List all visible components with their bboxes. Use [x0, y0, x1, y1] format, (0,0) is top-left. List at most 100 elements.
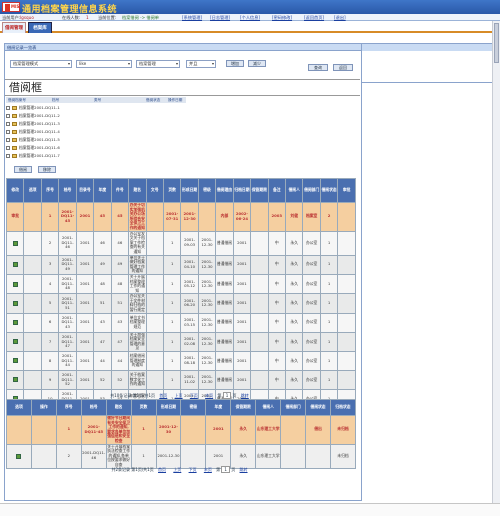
pager2-last[interactable]: 末页 — [204, 467, 212, 472]
table-cell — [337, 351, 356, 372]
tree-checkbox[interactable] — [6, 138, 10, 142]
table-cell[interactable] — [23, 202, 42, 232]
search-button[interactable]: 查询 — [308, 64, 328, 71]
link-logout[interactable]: [退出] — [334, 14, 346, 21]
tree-item[interactable]: 档案管理2001-DQ11-6 — [6, 144, 60, 152]
pager2-go[interactable]: 跳转 — [240, 467, 248, 472]
table-row[interactable]: 5 2001-DQ11-51 2001 51 51 办公室关于文件材料归档的暂行规定 1 20… — [5, 293, 356, 314]
table-cell[interactable]: 审批 — [5, 202, 25, 232]
edit-icon[interactable] — [12, 377, 18, 383]
edit-icon[interactable] — [12, 339, 18, 345]
table-cell[interactable] — [23, 273, 42, 295]
table-cell: 2001-12-30 — [155, 443, 182, 469]
reset-button[interactable]: 返回 — [333, 64, 353, 71]
tree-item[interactable]: 档案管理2001-DQ11-4 — [6, 128, 60, 136]
tree-checkbox[interactable] — [6, 106, 10, 110]
remove-button[interactable]: 移除 — [38, 166, 56, 173]
table-cell[interactable] — [30, 443, 57, 469]
edit-icon[interactable] — [12, 358, 18, 364]
link-home[interactable]: [返回首页] — [304, 14, 324, 21]
tab-archive[interactable]: 档案库 — [28, 22, 52, 33]
edit-icon[interactable] — [12, 320, 18, 326]
footer — [0, 503, 500, 516]
tree-item[interactable]: 档案管理2001-DQ11-7 — [6, 152, 60, 160]
link-log[interactable]: [日志管理] — [210, 14, 230, 21]
link-profile[interactable]: [个人信息] — [240, 14, 260, 21]
tree-checkbox[interactable] — [6, 146, 10, 150]
tree-header: 借阅档案号 档号 类号 借阅状态 操作日期 — [6, 97, 186, 103]
remove-condition-button[interactable]: 减少 — [248, 60, 266, 67]
table-cell: 永久 — [284, 370, 304, 391]
table-cell[interactable] — [6, 443, 32, 469]
pager-next[interactable]: 下页 — [190, 393, 198, 398]
table-cell: 中 — [267, 331, 287, 353]
table-row[interactable]: 4 2001-DQ11-48 2001 48 48 关于开展档案整理工作的通知 1 2001-… — [5, 273, 356, 295]
table-row[interactable]: 2 2001-DQ11-46 关于开展档案执法检查工作的通知,各单位按要求做好自查 1… — [6, 443, 357, 469]
pager-last[interactable]: 末页 — [205, 393, 213, 398]
pager-first[interactable]: 首页 — [159, 393, 167, 398]
page2-input[interactable]: 1 — [221, 466, 230, 473]
borrow-button[interactable]: 借阅 — [14, 166, 32, 173]
table-cell: 关于加强档案安全管理的意见 — [128, 331, 147, 353]
table-cell — [280, 443, 307, 469]
table-cell[interactable] — [30, 415, 57, 445]
operator-select[interactable]: like ▾ — [76, 60, 132, 68]
table-cell[interactable] — [23, 293, 42, 314]
tree-item[interactable]: 档案管理2001-DQ11-3 — [6, 120, 60, 128]
column-header: 选项 — [23, 178, 42, 203]
table-row[interactable]: 2 2001-DQ11-46 2001 46 46 办公室发文关于档案工作检查的有关通知 1… — [5, 230, 356, 256]
table-row[interactable]: 8 2001-DQ11-44 2001 44 44 档案借阅管理制度的通知 1 2001-08… — [5, 351, 356, 372]
pager2-first[interactable]: 首页 — [158, 467, 166, 472]
table-cell[interactable] — [23, 312, 42, 333]
vertical-scrollbar[interactable] — [492, 21, 500, 503]
table-cell[interactable] — [5, 293, 25, 314]
table-cell[interactable] — [5, 351, 25, 372]
tree-item[interactable]: 档案管理2001-DQ11-5 — [6, 136, 60, 144]
table-cell[interactable] — [23, 230, 42, 256]
page-input[interactable]: 1 — [222, 392, 232, 399]
table-row[interactable]: 9 2001-DQ11-52 2001 52 52 关于档案数字化工作的通知 1 2001-1… — [5, 370, 356, 391]
tab-borrow[interactable]: 借阅管理 — [2, 22, 26, 33]
user-value: lgsquo — [20, 15, 34, 20]
pager2-next[interactable]: 下页 — [189, 467, 197, 472]
tree-checkbox[interactable] — [6, 154, 10, 158]
table-cell[interactable] — [23, 331, 42, 353]
table-cell: 永久 — [284, 331, 304, 353]
table-cell[interactable] — [5, 370, 25, 391]
tree-checkbox[interactable] — [6, 114, 10, 118]
table-cell[interactable] — [6, 415, 32, 445]
value-select[interactable]: 档案管理 ▾ — [136, 60, 180, 68]
edit-icon[interactable] — [12, 240, 18, 246]
pager2-prev[interactable]: 上页 — [173, 467, 181, 472]
field-select[interactable]: 档案管理模式 ▾ — [10, 60, 72, 68]
table-cell[interactable] — [5, 273, 25, 295]
tree-checkbox[interactable] — [6, 122, 10, 126]
edit-icon[interactable] — [12, 281, 18, 287]
table-row[interactable]: 3 2001-DQ11-49 2001 49 49 单位关于做好档案管理工作的通知 1 200… — [5, 254, 356, 275]
link-password[interactable]: [密码修改] — [272, 14, 292, 21]
tree-checkbox[interactable] — [6, 130, 10, 134]
edit-icon[interactable] — [12, 300, 18, 306]
table-row[interactable]: 6 2001-DQ11-43 2001 43 43 单位文书档案整理规范 1 2001-03-… — [5, 312, 356, 333]
table-cell: 中 — [267, 254, 287, 275]
table-row-highlighted[interactable]: 1 2001-DQ11-45 做好节日期间有关安全保卫工作的通知,要求各单位加强值班… — [6, 415, 357, 445]
tree-item[interactable]: 档案管理2001-DQ11-1 — [6, 104, 60, 112]
pager-go[interactable]: 跳转 — [241, 393, 249, 398]
tree-item[interactable]: 档案管理2001-DQ11-2 — [6, 112, 60, 120]
table-row-highlighted[interactable]: 审批 1 2001-DQ11-45 2001 45 45 办关于切实加强机关办公场所综合安全… — [5, 202, 356, 232]
table-cell[interactable] — [5, 312, 25, 333]
table-cell[interactable] — [5, 230, 25, 256]
table-cell[interactable] — [23, 370, 42, 391]
pager-prev[interactable]: 上页 — [175, 393, 183, 398]
table-cell[interactable] — [5, 254, 25, 275]
table-cell[interactable] — [5, 331, 25, 353]
scroll-thumb[interactable] — [494, 23, 499, 63]
table-row[interactable]: 7 2001-DQ11-47 2001 47 47 关于加强档案安全管理的意见 1 2001-… — [5, 331, 356, 353]
edit-icon[interactable] — [12, 262, 18, 268]
table-cell[interactable] — [23, 254, 42, 275]
add-condition-button[interactable]: 增加 — [226, 60, 244, 67]
edit-icon[interactable] — [16, 453, 22, 459]
table-cell[interactable] — [23, 351, 42, 372]
link-system[interactable]: [系统管理] — [182, 14, 202, 21]
logic-select[interactable]: 并且 ▾ — [186, 60, 216, 68]
